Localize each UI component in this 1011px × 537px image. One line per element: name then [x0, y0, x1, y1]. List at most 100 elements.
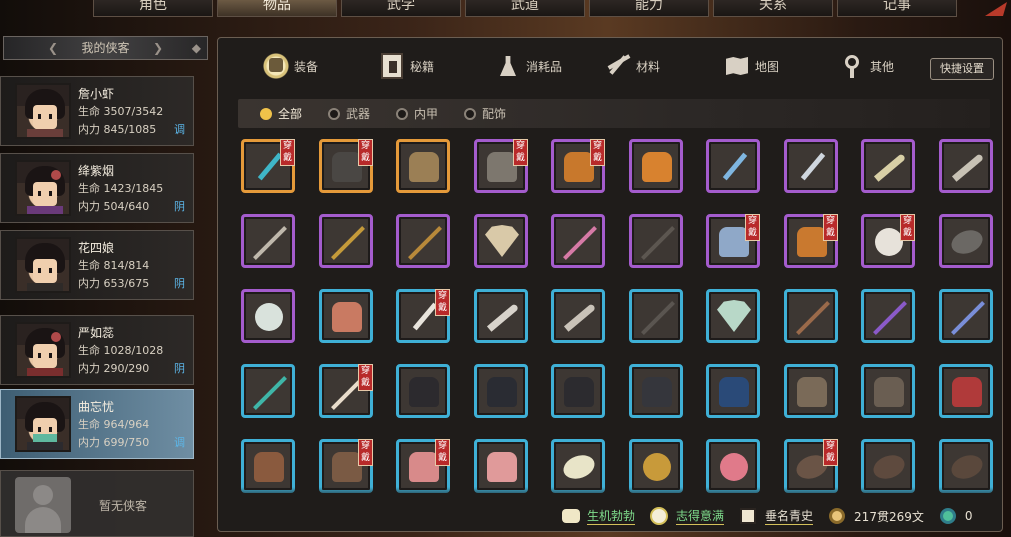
shortcut-settings-button[interactable]: 快捷设置 [930, 58, 994, 80]
companion-name: 曲忘忧 [78, 400, 115, 414]
item-slot[interactable]: 穿戴 [319, 439, 373, 493]
item-slot[interactable] [784, 289, 838, 343]
item-slot[interactable] [319, 289, 373, 343]
item-slot[interactable] [396, 364, 450, 418]
staff-item-icon [408, 226, 442, 260]
item-slot[interactable] [396, 214, 450, 268]
tab-consumables[interactable]: 消耗品 [494, 48, 562, 84]
chevron-left-icon[interactable]: ❮ [48, 37, 58, 59]
item-slot[interactable] [706, 289, 760, 343]
companion-card[interactable]: 绛紫烟 生命 1423/1845 内力 504/640 阴 [0, 153, 194, 223]
tab-other[interactable]: 其他 [838, 48, 894, 84]
item-slot[interactable] [629, 214, 683, 268]
item-slot[interactable] [396, 139, 450, 193]
item-slot[interactable] [939, 139, 993, 193]
tab-map-label: 地图 [755, 59, 780, 74]
item-slot[interactable] [706, 139, 760, 193]
item-slot[interactable] [474, 289, 528, 343]
item-slot[interactable]: 穿戴 [784, 214, 838, 268]
tab-manuals-label: 秘籍 [410, 59, 435, 74]
item-slot[interactable]: 穿戴 [396, 439, 450, 493]
tab-relations[interactable]: 关系 [713, 0, 833, 17]
companion-hp: 生命 1028/1028 [78, 344, 164, 357]
item-slot[interactable] [939, 364, 993, 418]
item-slot[interactable] [241, 289, 295, 343]
armor-item-icon [409, 377, 439, 407]
chevron-right-icon[interactable]: ❯ [153, 37, 163, 59]
companion-mp: 内力 290/290 [78, 362, 150, 375]
companion-card[interactable]: 花四娘 生命 814/814 内力 653/675 阴 [0, 230, 194, 300]
item-slot[interactable]: 穿戴 [396, 289, 450, 343]
blade-item-icon [873, 153, 907, 182]
tab-map[interactable]: 地图 [723, 48, 779, 84]
tab-equipment[interactable]: 装备 [262, 48, 318, 84]
item-slot[interactable] [551, 214, 605, 268]
item-slot[interactable] [241, 439, 295, 493]
tab-character[interactable]: 角色 [93, 0, 213, 17]
item-slot[interactable] [861, 139, 915, 193]
companion-card[interactable]: 詹小虾 生命 3507/3542 内力 845/1085 调 [0, 76, 194, 146]
item-slot[interactable] [629, 364, 683, 418]
tab-abilities[interactable]: 能力 [589, 0, 709, 17]
empty-companion-slot[interactable]: 暂无侠客 [0, 470, 194, 537]
sword-item-icon [257, 152, 283, 181]
item-slot[interactable] [861, 289, 915, 343]
item-slot[interactable] [551, 439, 605, 493]
item-slot[interactable] [939, 214, 993, 268]
item-slot[interactable]: 穿戴 [241, 139, 295, 193]
tab-manuals[interactable]: 秘籍 [378, 48, 434, 84]
item-slot[interactable]: 穿戴 [861, 214, 915, 268]
item-slot[interactable]: 穿戴 [319, 364, 373, 418]
item-slot[interactable] [629, 289, 683, 343]
mood-status[interactable]: 志得意满 [649, 506, 725, 526]
item-slot[interactable] [551, 289, 605, 343]
item-slot[interactable] [784, 364, 838, 418]
item-slot[interactable]: 穿戴 [319, 139, 373, 193]
mood-icon [649, 506, 671, 526]
item-slot[interactable] [861, 439, 915, 493]
item-slot[interactable] [629, 139, 683, 193]
item-slot[interactable] [241, 214, 295, 268]
filter-inner-armor[interactable]: 内甲 [396, 105, 438, 122]
tab-journal[interactable]: 记事 [837, 0, 957, 17]
item-slot[interactable] [241, 364, 295, 418]
mood-label: 志得意满 [676, 509, 725, 525]
staff-item-icon [331, 226, 365, 260]
companion-card-selected[interactable]: 曲忘忧 生命 964/964 内力 699/750 调 [0, 389, 194, 459]
tab-martial-arts[interactable]: 武学 [341, 0, 461, 17]
item-slot[interactable] [939, 439, 993, 493]
sword-item-icon [412, 302, 438, 331]
tab-materials[interactable]: 材料 [604, 48, 660, 84]
companion-card[interactable]: 严如蕊 生命 1028/1028 内力 290/290 阴 [0, 315, 194, 385]
item-slot[interactable] [784, 139, 838, 193]
filter-all[interactable]: 全部 [260, 105, 302, 122]
item-slot[interactable]: 穿戴 [551, 139, 605, 193]
filter-weapons[interactable]: 武器 [328, 105, 370, 122]
item-slot[interactable] [474, 439, 528, 493]
item-slot[interactable]: 穿戴 [784, 439, 838, 493]
item-slot[interactable] [551, 364, 605, 418]
radio-icon [260, 107, 272, 120]
item-slot[interactable] [474, 214, 528, 268]
companion-header-label: 我的侠客 [81, 41, 130, 55]
item-slot[interactable]: 穿戴 [474, 139, 528, 193]
item-slot[interactable] [474, 364, 528, 418]
item-slot[interactable] [629, 439, 683, 493]
vitality-status[interactable]: 生机勃勃 [560, 506, 636, 526]
item-slot[interactable]: 穿戴 [706, 214, 760, 268]
filter-label: 全部 [278, 107, 303, 121]
item-slot[interactable] [861, 364, 915, 418]
item-slot[interactable] [706, 439, 760, 493]
fame-status[interactable]: 垂名青史 [738, 506, 814, 526]
tab-martial-way[interactable]: 武道 [465, 0, 585, 17]
staff-item-icon [641, 301, 675, 335]
item-slot[interactable] [319, 214, 373, 268]
top-tab-bar: 角色 物品 武学 武道 能力 关系 记事 [93, 0, 961, 17]
tab-items[interactable]: 物品 [217, 0, 337, 17]
item-slot[interactable] [939, 289, 993, 343]
jade-label: 0 [964, 509, 973, 523]
close-icon[interactable] [981, 0, 1011, 18]
filter-accessories[interactable]: 配饰 [464, 105, 506, 122]
item-grid: 穿戴 穿戴 穿戴 穿戴 穿戴 穿戴 穿戴 穿戴 穿戴 穿戴 穿戴 穿戴 [241, 139, 1001, 499]
item-slot[interactable] [706, 364, 760, 418]
